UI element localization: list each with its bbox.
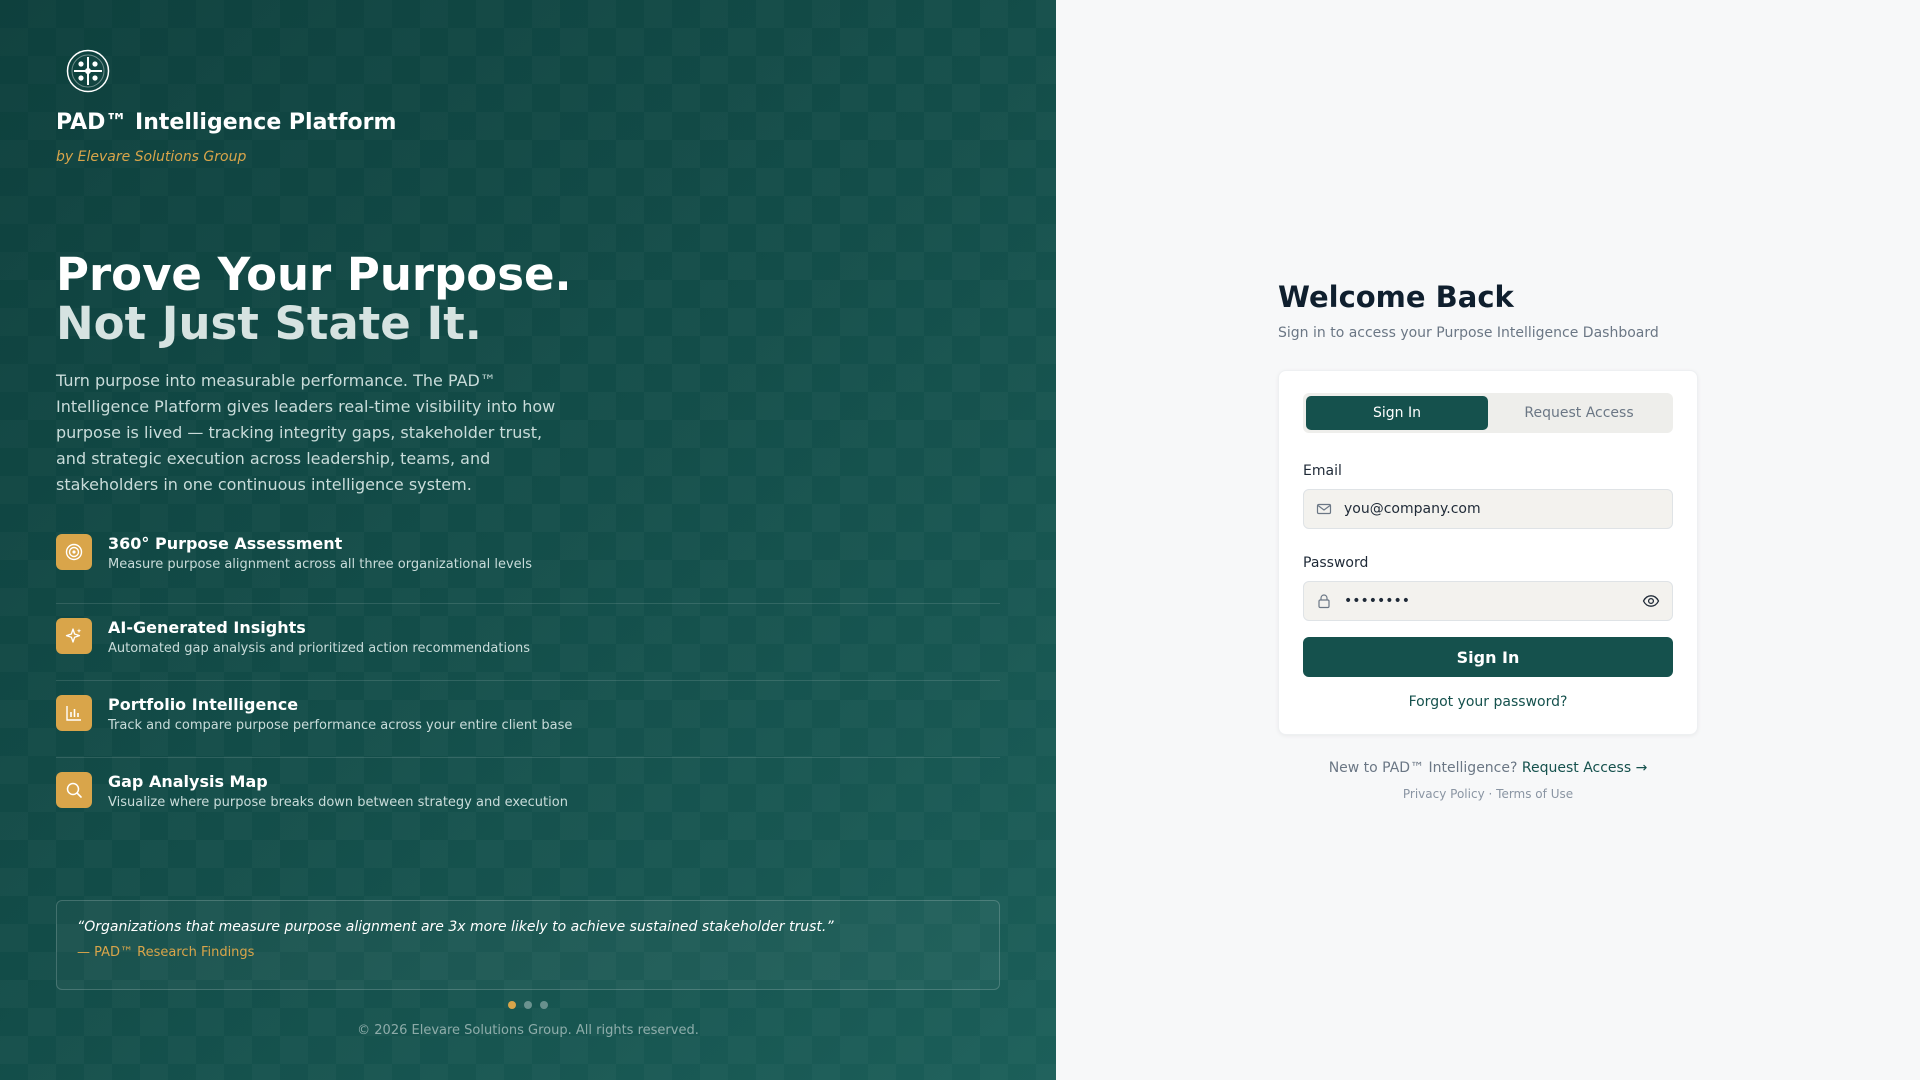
sparkle-icon	[56, 618, 92, 654]
brand-subtitle: by Elevare Solutions Group	[56, 149, 247, 165]
email-field[interactable]	[1344, 501, 1660, 517]
hero-line-1: Prove Your Purpose.	[56, 248, 572, 301]
carousel-dots	[0, 1001, 1056, 1009]
search-icon	[56, 772, 92, 808]
tab-sign-in[interactable]: Sign In	[1306, 396, 1488, 430]
hero-headline: Prove Your Purpose. Not Just State It.	[56, 250, 572, 348]
login-panel: Welcome Back Sign in to access your Purp…	[1056, 0, 1920, 1080]
target-icon	[56, 534, 92, 570]
copyright: © 2026 Elevare Solutions Group. All righ…	[357, 1023, 699, 1038]
feature-description: Automated gap analysis and prioritized a…	[108, 641, 531, 656]
login-card: Sign In Request Access Email Password Si…	[1278, 370, 1698, 735]
feature-description: Measure purpose alignment across all thr…	[108, 557, 533, 572]
brand-panel: PAD™ Intelligence Platform by Elevare So…	[0, 0, 1056, 1080]
brand-title: PAD™ Intelligence Platform	[56, 110, 397, 135]
logo-icon	[66, 49, 110, 93]
carousel-dot[interactable]	[508, 1001, 516, 1009]
password-field-wrapper	[1303, 581, 1673, 621]
privacy-policy-link[interactable]: Privacy Policy	[1403, 787, 1485, 801]
feature-title: Gap Analysis Map	[108, 772, 268, 791]
tab-request-access[interactable]: Request Access	[1488, 396, 1670, 430]
mail-icon	[1316, 501, 1332, 517]
legal-separator: ·	[1488, 787, 1493, 801]
forgot-password-link[interactable]: Forgot your password?	[1303, 694, 1673, 710]
legal-links: Privacy Policy · Terms of Use	[1278, 787, 1698, 801]
feature-title: 360° Purpose Assessment	[108, 534, 343, 553]
welcome-heading: Welcome Back	[1278, 280, 1514, 314]
feature-list: 360° Purpose Assessment Measure purpose …	[56, 527, 1000, 835]
new-to-text: New to PAD™ Intelligence?	[1328, 760, 1518, 776]
feature-description: Track and compare purpose performance ac…	[108, 718, 573, 733]
feature-title: Portfolio Intelligence	[108, 695, 299, 714]
feature-item: Gap Analysis Map Visualize where purpose…	[56, 758, 1000, 835]
quote-text: “Organizations that measure purpose alig…	[77, 919, 834, 935]
password-field[interactable]	[1344, 593, 1642, 609]
feature-description: Visualize where purpose breaks down betw…	[108, 795, 568, 810]
testimonial-quote: “Organizations that measure purpose alig…	[56, 900, 1000, 990]
email-label: Email	[1303, 463, 1342, 479]
bar-chart-icon	[56, 695, 92, 731]
auth-tabs: Sign In Request Access	[1303, 393, 1673, 433]
eye-icon[interactable]	[1642, 592, 1660, 610]
carousel-dot[interactable]	[540, 1001, 548, 1009]
quote-source: — PAD™ Research Findings	[77, 945, 255, 960]
terms-of-use-link[interactable]: Terms of Use	[1496, 787, 1573, 801]
feature-item: AI-Generated Insights Automated gap anal…	[56, 604, 1000, 681]
request-access-link[interactable]: Request Access →	[1522, 760, 1647, 776]
feature-item: Portfolio Intelligence Track and compare…	[56, 681, 1000, 758]
hero-intro: Turn purpose into measurable performance…	[56, 371, 556, 494]
request-access-prompt: New to PAD™ Intelligence? Request Access…	[1278, 760, 1698, 776]
welcome-subheading: Sign in to access your Purpose Intellige…	[1278, 325, 1659, 341]
hero-line-2: Not Just State It.	[56, 297, 482, 350]
feature-item: 360° Purpose Assessment Measure purpose …	[56, 527, 1000, 604]
carousel-dot[interactable]	[524, 1001, 532, 1009]
feature-title: AI-Generated Insights	[108, 618, 306, 637]
sign-in-button[interactable]: Sign In	[1303, 637, 1673, 677]
email-field-wrapper	[1303, 489, 1673, 529]
password-label: Password	[1303, 555, 1369, 571]
lock-icon	[1316, 593, 1332, 609]
